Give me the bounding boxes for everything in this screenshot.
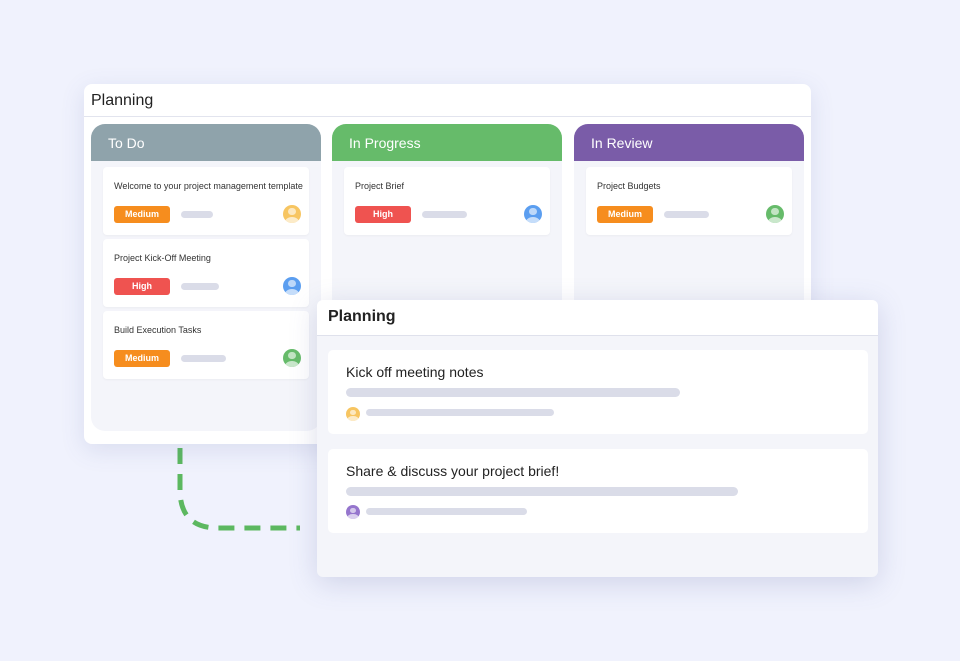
user-avatar-icon[interactable] bbox=[346, 407, 360, 421]
user-avatar-icon[interactable] bbox=[766, 205, 784, 223]
task-title: Project Kick-Off Meeting bbox=[114, 253, 211, 263]
priority-badge[interactable]: Medium bbox=[114, 206, 170, 223]
priority-badge[interactable]: Medium bbox=[597, 206, 653, 223]
priority-badge[interactable]: High bbox=[114, 278, 170, 295]
user-avatar-icon[interactable] bbox=[524, 205, 542, 223]
note-card[interactable]: Share & discuss your project brief! bbox=[328, 449, 868, 533]
placeholder-bar bbox=[181, 211, 213, 218]
task-card[interactable]: Build Execution Tasks Medium bbox=[103, 311, 309, 379]
task-card[interactable]: Project Kick-Off Meeting High bbox=[103, 239, 309, 307]
task-card[interactable]: Project Brief High bbox=[344, 167, 550, 235]
placeholder-bar bbox=[346, 388, 680, 397]
task-card[interactable]: Welcome to your project management templ… bbox=[103, 167, 309, 235]
placeholder-bar bbox=[181, 283, 219, 290]
placeholder-bar bbox=[181, 355, 226, 362]
user-avatar-icon[interactable] bbox=[283, 349, 301, 367]
priority-badge[interactable]: Medium bbox=[114, 350, 170, 367]
placeholder-bar bbox=[346, 487, 738, 496]
note-card[interactable]: Kick off meeting notes bbox=[328, 350, 868, 434]
placeholder-bar bbox=[664, 211, 709, 218]
board-title: Planning bbox=[84, 84, 811, 117]
planning-detail-panel: Planning Kick off meeting notes Share & … bbox=[317, 300, 878, 577]
column-header: To Do bbox=[91, 124, 321, 161]
user-avatar-icon[interactable] bbox=[283, 277, 301, 295]
task-title: Project Brief bbox=[355, 181, 405, 191]
placeholder-bar bbox=[366, 409, 554, 416]
user-avatar-icon[interactable] bbox=[283, 205, 301, 223]
task-title: Build Execution Tasks bbox=[114, 325, 202, 335]
detail-title: Planning bbox=[317, 300, 878, 336]
placeholder-bar bbox=[366, 508, 527, 515]
task-title: Welcome to your project management templ… bbox=[114, 181, 303, 191]
note-title: Share & discuss your project brief! bbox=[346, 463, 560, 479]
column-header: In Review bbox=[574, 124, 804, 161]
column-to-do: To Do Welcome to your project management… bbox=[91, 124, 321, 431]
note-title: Kick off meeting notes bbox=[346, 364, 484, 380]
priority-badge[interactable]: High bbox=[355, 206, 411, 223]
task-title: Project Budgets bbox=[597, 181, 661, 191]
placeholder-bar bbox=[422, 211, 467, 218]
column-header: In Progress bbox=[332, 124, 562, 161]
task-card[interactable]: Project Budgets Medium bbox=[586, 167, 792, 235]
user-avatar-icon[interactable] bbox=[346, 505, 360, 519]
